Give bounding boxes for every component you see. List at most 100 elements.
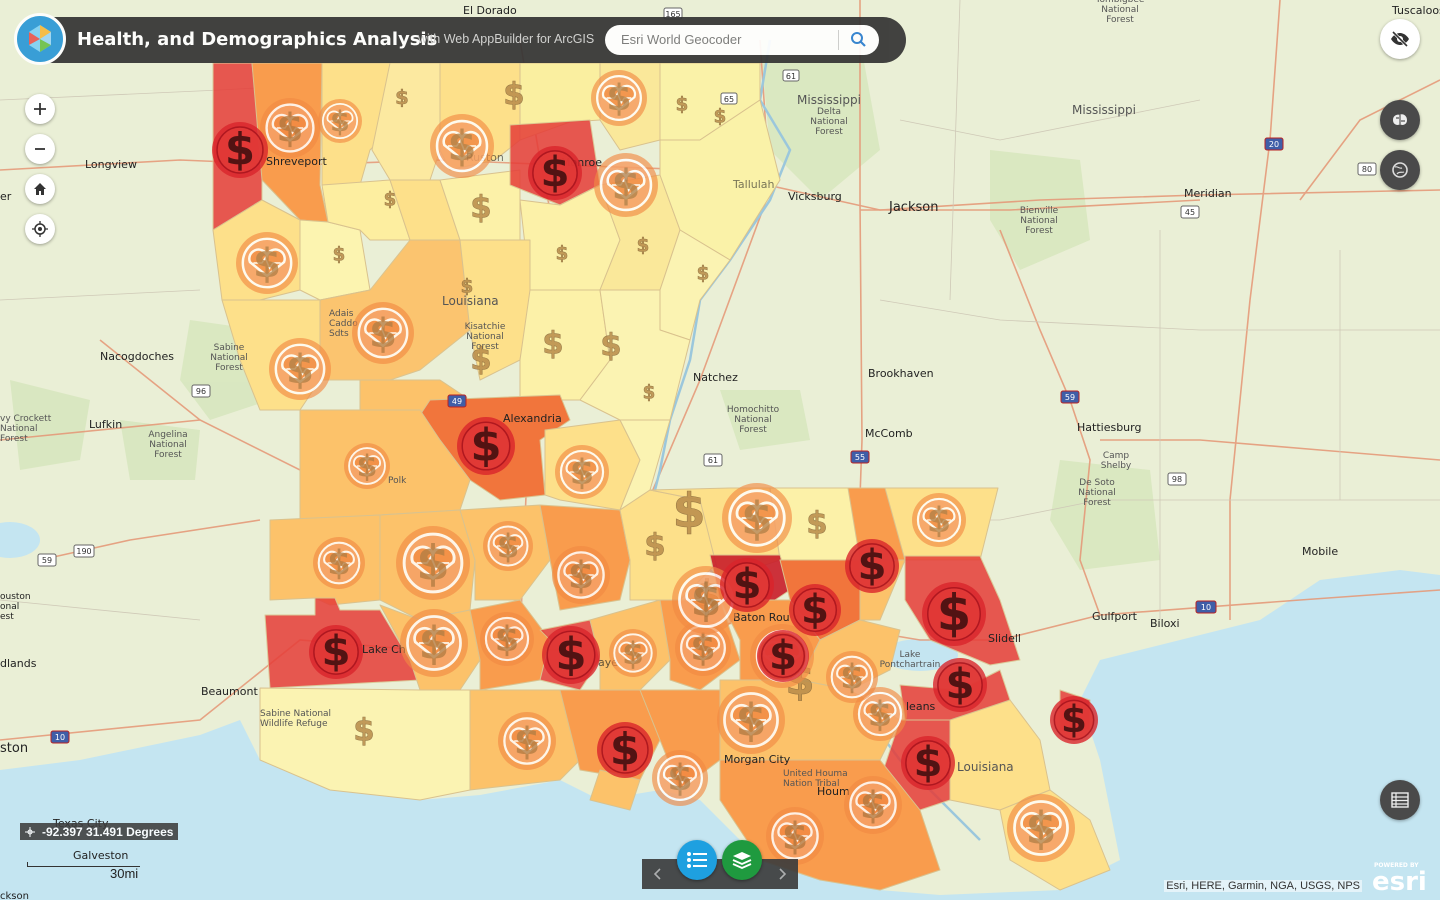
high-cost-symbol[interactable]: $: [922, 582, 986, 646]
income-dollar-symbol[interactable]: $: [460, 276, 474, 298]
label-nacogdoches: Nacogdoches: [100, 350, 174, 363]
svg-text:$: $: [327, 544, 351, 583]
esri-logo: POWERED BY esri: [1370, 860, 1434, 897]
high-cost-symbol[interactable]: $: [597, 722, 653, 778]
app-logo-icon[interactable]: [14, 13, 66, 65]
zoom-in-button[interactable]: [25, 94, 55, 124]
forest-label-angelina: Forest: [154, 450, 182, 460]
high-cost-symbol[interactable]: $: [309, 625, 363, 679]
high-cost-symbol[interactable]: $: [933, 658, 987, 712]
health-risk-symbol[interactable]: $: [717, 686, 785, 754]
health-risk-symbol[interactable]: $: [352, 302, 414, 364]
income-dollar-symbol[interactable]: $: [806, 505, 828, 542]
health-risk-symbol[interactable]: $: [594, 153, 658, 217]
forest-label-bienville: National: [1020, 216, 1058, 226]
income-dollar-symbol[interactable]: $: [503, 76, 525, 113]
health-risk-symbol[interactable]: $: [1007, 794, 1075, 862]
high-cost-symbol[interactable]: $: [528, 146, 582, 200]
income-dollar-symbol[interactable]: $: [542, 325, 564, 362]
health-risk-symbol[interactable]: $: [552, 546, 610, 604]
health-risk-symbol[interactable]: $: [260, 98, 320, 158]
high-cost-symbol[interactable]: $: [212, 122, 268, 178]
health-risk-symbol[interactable]: $: [400, 609, 468, 677]
forest-label-tombigbee: Forest: [1106, 15, 1134, 25]
income-dollar-symbol[interactable]: $: [395, 86, 409, 110]
layer-list-button[interactable]: [722, 840, 762, 880]
high-cost-symbol[interactable]: $: [901, 736, 955, 790]
legend-button[interactable]: [677, 840, 717, 880]
health-risk-symbol[interactable]: $: [591, 70, 647, 126]
income-dollar-symbol[interactable]: $: [555, 243, 569, 265]
health-risk-symbol[interactable]: $: [483, 521, 533, 571]
crosshair-icon: [25, 826, 35, 837]
search-input[interactable]: [619, 31, 823, 48]
coordinate-widget[interactable]: -92.397 31.491 Degrees: [20, 823, 179, 840]
health-risk-symbol[interactable]: $: [652, 750, 708, 806]
health-risk-symbol[interactable]: $: [555, 445, 609, 499]
income-dollar-symbol[interactable]: $: [600, 327, 622, 364]
income-dollar-symbol[interactable]: $: [675, 94, 689, 116]
svg-text:$: $: [253, 240, 281, 287]
income-dollar-symbol[interactable]: $: [383, 189, 397, 211]
high-cost-symbol[interactable]: $: [1050, 696, 1098, 744]
income-dollar-symbol[interactable]: $: [470, 189, 492, 226]
label-houston: ston: [0, 741, 28, 756]
forest-label-delta: Mississippi: [797, 93, 861, 107]
health-risk-symbol[interactable]: $: [318, 99, 362, 143]
health-risk-symbol[interactable]: $: [498, 712, 556, 770]
health-risk-symbol[interactable]: $: [766, 807, 824, 865]
label-vicksburg: Vicksburg: [788, 190, 842, 203]
attribute-table-button[interactable]: [1380, 780, 1420, 820]
svg-text:$: $: [276, 107, 303, 152]
income-dollar-symbol[interactable]: $: [353, 712, 375, 749]
health-risk-symbol[interactable]: $: [269, 338, 331, 400]
search-button[interactable]: [845, 28, 873, 52]
toggle-visibility-button[interactable]: [1380, 19, 1420, 59]
health-risk-symbol[interactable]: $: [912, 493, 966, 547]
health-risk-symbol[interactable]: $: [313, 537, 365, 589]
zoom-out-button[interactable]: [25, 134, 55, 164]
svg-text:45: 45: [1185, 208, 1195, 217]
income-dollar-symbol[interactable]: $: [636, 235, 650, 257]
toolbar-next-button[interactable]: [768, 859, 798, 889]
label-baton-rouge: Baton Rou: [733, 611, 790, 624]
home-button[interactable]: [25, 174, 55, 204]
svg-text:190: 190: [76, 547, 91, 556]
health-risk-symbol[interactable]: $: [236, 232, 298, 294]
my-location-button[interactable]: [25, 214, 55, 244]
health-risk-symbol[interactable]: $: [826, 651, 878, 703]
high-cost-symbol[interactable]: $: [757, 630, 809, 682]
income-dollar-symbol[interactable]: $: [672, 484, 706, 540]
analysis-button[interactable]: [1380, 150, 1420, 190]
health-risk-symbol[interactable]: $: [722, 483, 792, 553]
svg-text:$: $: [286, 346, 314, 393]
income-dollar-symbol[interactable]: $: [696, 263, 710, 285]
income-dollar-symbol[interactable]: $: [332, 244, 346, 266]
toolbar-previous-button[interactable]: [642, 859, 672, 889]
minus-icon: [35, 148, 45, 150]
high-cost-symbol[interactable]: $: [789, 584, 841, 636]
high-cost-symbol[interactable]: $: [845, 539, 899, 593]
health-risk-symbol[interactable]: $: [344, 443, 390, 489]
health-risk-symbol[interactable]: $: [609, 629, 657, 677]
high-cost-symbol[interactable]: $: [720, 558, 774, 612]
label-new-orleans: leans: [906, 700, 936, 713]
home-icon: [34, 183, 46, 195]
health-risk-symbol[interactable]: $: [844, 776, 902, 834]
svg-text:$: $: [497, 527, 520, 565]
health-risk-symbol[interactable]: $: [430, 114, 494, 178]
map-canvas[interactable]: 165 61 65 20 80 45 59 98 55 61 10 10 59 …: [0, 0, 1440, 900]
income-dollar-symbol[interactable]: $: [644, 527, 666, 564]
income-dollar-symbol[interactable]: $: [713, 106, 727, 128]
high-cost-symbol[interactable]: $: [542, 626, 600, 684]
label-morgan-city: Morgan City: [724, 753, 791, 766]
income-dollar-symbol[interactable]: $: [642, 382, 656, 404]
health-risk-symbol[interactable]: $: [396, 526, 470, 600]
label-longview: Longview: [85, 158, 137, 171]
income-dollar-symbol[interactable]: $: [470, 341, 492, 378]
health-risk-symbol[interactable]: $: [480, 612, 534, 666]
svg-text:$: $: [330, 104, 350, 138]
infographic-button[interactable]: [1380, 100, 1420, 140]
svg-text:10: 10: [55, 733, 65, 742]
high-cost-symbol[interactable]: $: [457, 417, 515, 475]
